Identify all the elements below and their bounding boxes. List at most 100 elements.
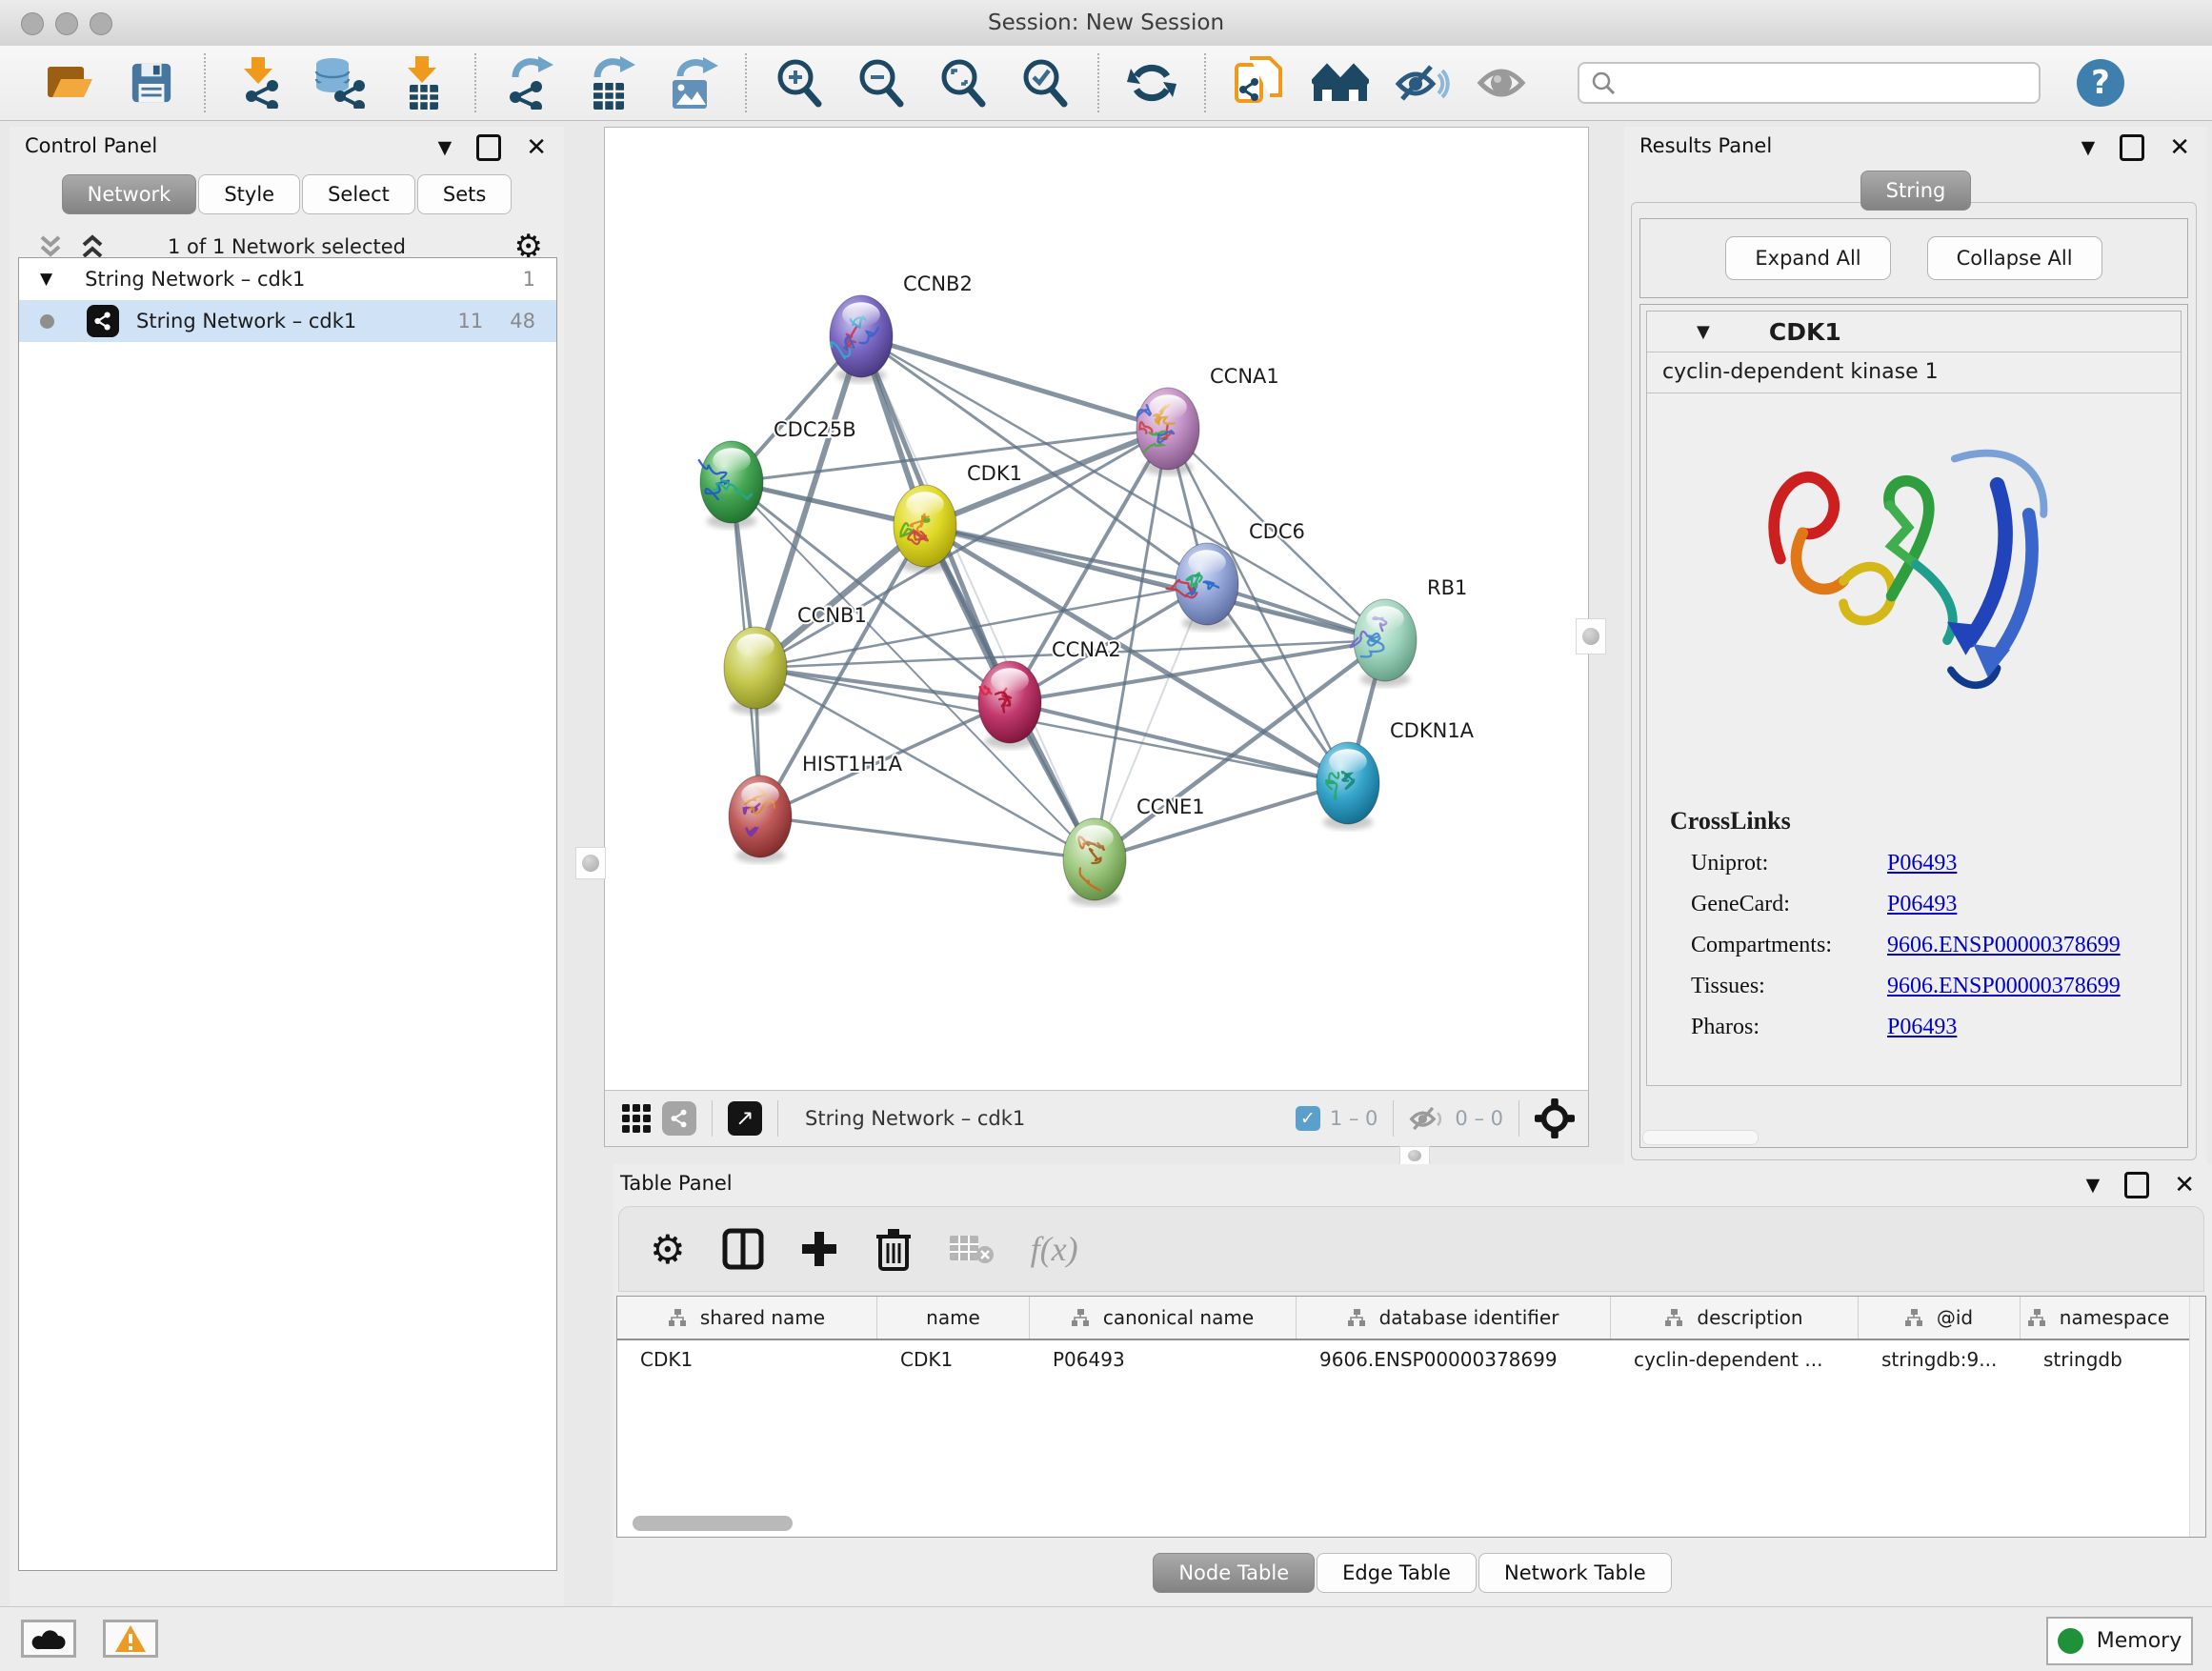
node-table[interactable]: shared name name canonical name database…: [616, 1296, 2206, 1538]
tab-network-table[interactable]: Network Table: [1478, 1553, 1672, 1593]
crosslink-row: Tissues: 9606.ENSP00000378699: [1647, 974, 2181, 999]
tab-edge-table[interactable]: Edge Table: [1317, 1553, 1477, 1593]
show-all-button[interactable]: [1463, 50, 1545, 116]
panel-close-icon[interactable]: ✕: [2169, 137, 2190, 158]
clone-network-button[interactable]: [1217, 50, 1299, 116]
zoom-selected-button[interactable]: [1004, 50, 1086, 116]
open-session-button[interactable]: [29, 50, 111, 116]
network-node-CCNE1[interactable]: CCNE1: [1063, 795, 1205, 906]
save-session-button[interactable]: [111, 50, 192, 116]
cell-namespace[interactable]: stringdb: [2021, 1348, 2177, 1371]
table-horizontal-scrollbar[interactable]: [633, 1516, 793, 1531]
network-edge-CCNB2-CCNE1[interactable]: [861, 336, 1095, 859]
network-collection-row[interactable]: ▼ String Network – cdk1 1: [19, 258, 556, 300]
results-scroll-area[interactable]: ▼ CDK1 cyclin-dependent kinase 1: [1639, 304, 2188, 1148]
network-edge-CCNB2-CCNA1[interactable]: [861, 336, 1168, 429]
compartments-link[interactable]: 9606.ENSP00000378699: [1887, 933, 2121, 958]
gene-collapse-icon[interactable]: ▼: [1697, 322, 1710, 342]
create-column-plus-icon[interactable]: [800, 1230, 838, 1268]
zoom-in-button[interactable]: [758, 50, 840, 116]
selected-checkbox-icon[interactable]: ✓: [1296, 1106, 1320, 1131]
network-edge-CDKN1A-CCNE1[interactable]: [1095, 783, 1348, 859]
pharos-link[interactable]: P06493: [1887, 1015, 1957, 1040]
column-header[interactable]: @id: [1859, 1297, 2021, 1339]
network-edge-CCNA2-CDKN1A[interactable]: [1010, 702, 1348, 783]
memory-button[interactable]: Memory: [2046, 1617, 2193, 1665]
export-table-button[interactable]: [570, 50, 652, 116]
network-row[interactable]: String Network – cdk1 11 48: [19, 300, 556, 342]
search-box[interactable]: [1578, 62, 2041, 104]
tab-select[interactable]: Select: [302, 174, 415, 214]
cell-name[interactable]: CDK1: [877, 1348, 1030, 1371]
cell-canonical-name[interactable]: P06493: [1030, 1348, 1297, 1371]
tab-string[interactable]: String: [1860, 171, 1972, 211]
table-row[interactable]: CDK1 CDK1 P06493 9606.ENSP00000378699 cy…: [617, 1340, 2205, 1379]
panel-float-icon[interactable]: [476, 134, 501, 161]
delete-column-trash-icon[interactable]: [875, 1227, 913, 1271]
fullscreen-view-button[interactable]: ↗: [728, 1101, 762, 1136]
network-node-RB1[interactable]: RB1: [1351, 576, 1468, 687]
import-table-button[interactable]: [381, 50, 463, 116]
network-view-canvas[interactable]: CCNB2CCNA1CDC25BCDK1CDC6RB1CCNB1CCNA2CDK…: [604, 127, 1589, 1147]
left-splitter-handle[interactable]: [575, 847, 606, 879]
search-input[interactable]: [1616, 70, 2020, 95]
tab-sets[interactable]: Sets: [417, 174, 512, 214]
tab-node-table[interactable]: Node Table: [1153, 1553, 1315, 1593]
export-network-button[interactable]: [488, 50, 570, 116]
bottom-splitter-handle[interactable]: [1399, 1146, 1430, 1165]
column-header[interactable]: shared name: [617, 1297, 877, 1339]
export-image-button[interactable]: [652, 50, 734, 116]
cell-id[interactable]: stringdb:9...: [1859, 1348, 2021, 1371]
network-node-CCNA1[interactable]: CCNA1: [1136, 365, 1279, 475]
results-horizontal-scrollbar[interactable]: [1642, 1130, 1759, 1145]
first-neighbors-button[interactable]: [1299, 50, 1381, 116]
panel-collapse-icon[interactable]: ▼: [2081, 137, 2096, 158]
cell-description[interactable]: cyclin-dependent ...: [1611, 1348, 1859, 1371]
network-edge-HIST1H1A-CCNE1[interactable]: [760, 816, 1095, 859]
import-network-button[interactable]: [217, 50, 299, 116]
tab-style[interactable]: Style: [198, 174, 300, 214]
panel-close-icon[interactable]: ✕: [526, 137, 547, 158]
gene-card-header[interactable]: ▼ CDK1: [1647, 312, 2181, 352]
panel-collapse-icon[interactable]: ▼: [438, 137, 452, 158]
cloud-button[interactable]: [21, 1620, 76, 1658]
panel-close-icon[interactable]: ✕: [2174, 1175, 2195, 1196]
column-header[interactable]: canonical name: [1030, 1297, 1297, 1339]
tissues-link[interactable]: 9606.ENSP00000378699: [1887, 974, 2121, 999]
fit-content-button[interactable]: [922, 50, 1004, 116]
column-header[interactable]: name: [877, 1297, 1030, 1339]
network-edge-CCNB2-RB1[interactable]: [861, 336, 1385, 640]
network-badge-gray-icon[interactable]: [662, 1101, 696, 1136]
uniprot-link[interactable]: P06493: [1887, 851, 1957, 876]
network-graph[interactable]: CCNB2CCNA1CDC25BCDK1CDC6RB1CCNB1CCNA2CDK…: [605, 128, 1588, 1090]
network-node-HIST1H1A[interactable]: HIST1H1A: [729, 753, 903, 863]
help-button[interactable]: ?: [2077, 59, 2124, 107]
panel-collapse-icon[interactable]: ▼: [2086, 1175, 2101, 1196]
network-node-CDK1[interactable]: CDK1: [894, 462, 1022, 573]
tab-network[interactable]: Network: [62, 174, 197, 214]
expand-all-button[interactable]: Expand All: [1725, 236, 1890, 280]
column-header[interactable]: namespace: [2021, 1297, 2177, 1339]
network-node-CDC25B[interactable]: CDC25B: [699, 418, 856, 529]
apply-layout-button[interactable]: [1111, 50, 1193, 116]
table-settings-gear-icon[interactable]: ⚙: [650, 1226, 686, 1273]
right-splitter-handle[interactable]: [1576, 618, 1606, 654]
import-network-from-database-button[interactable]: [299, 50, 381, 116]
genecard-link[interactable]: P06493: [1887, 892, 1957, 917]
column-header[interactable]: database identifier: [1297, 1297, 1611, 1339]
panel-float-icon[interactable]: [2124, 1172, 2149, 1198]
birds-eye-view-icon[interactable]: [1535, 1098, 1575, 1138]
tree-expand-icon[interactable]: ▼: [40, 270, 52, 289]
hide-selected-button[interactable]: [1381, 50, 1463, 116]
show-columns-icon[interactable]: [722, 1228, 764, 1270]
cell-shared-name[interactable]: CDK1: [617, 1348, 877, 1371]
cell-database-identifier[interactable]: 9606.ENSP00000378699: [1297, 1348, 1611, 1371]
panel-float-icon[interactable]: [2120, 134, 2144, 161]
column-header[interactable]: description: [1611, 1297, 1859, 1339]
zoom-out-button[interactable]: [840, 50, 922, 116]
table-vertical-scrollbar[interactable]: [2189, 1297, 2205, 1537]
network-node-CDKN1A[interactable]: CDKN1A: [1317, 719, 1475, 830]
collapse-all-button[interactable]: Collapse All: [1927, 236, 2102, 280]
warnings-button[interactable]: [103, 1620, 158, 1658]
grid-view-icon[interactable]: [620, 1102, 653, 1135]
